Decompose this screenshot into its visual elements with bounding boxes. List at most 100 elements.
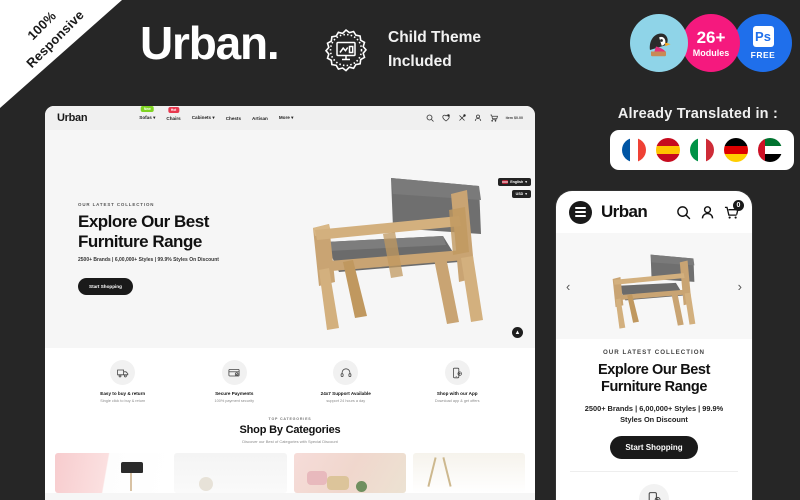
feature-item: Secure Payments 100% payment security [179, 360, 291, 403]
feature-subtitle: support 24 hours a day [326, 398, 366, 403]
user-icon[interactable] [474, 114, 482, 122]
modules-count: 26+ [696, 27, 726, 47]
hero-title-line-1: Explore Our Best [78, 212, 209, 231]
mobile-hero-subtitle-line-2: Styles On Discount [620, 414, 688, 424]
mobile-hero-title: Explore Our Best Furniture Range [570, 362, 738, 397]
feature-title: 24x7 Support Available [320, 391, 371, 396]
currency-label: USD [515, 192, 524, 196]
search-icon[interactable] [426, 114, 434, 122]
carousel-next-button[interactable]: › [738, 279, 742, 294]
nav-label-chairs: Chairs [166, 115, 181, 121]
category-card-lamp[interactable] [55, 452, 168, 493]
mobile-header: Urban 0 [556, 191, 752, 233]
language-selector[interactable]: English ▾ [498, 178, 531, 186]
feature-badges: 26+ Modules Ps FREE [630, 14, 792, 72]
wishlist-heart-icon[interactable] [441, 114, 450, 122]
nav-item-more[interactable]: More ▾ [279, 115, 294, 121]
feature-title: Secure Payments [215, 391, 254, 396]
feature-title: Shop with our App [436, 391, 478, 396]
cart-count-badge: 0 [733, 199, 744, 211]
headset-support-icon [333, 360, 359, 385]
mobile-hero-subtitle-line-1: 2500+ Brands | 6,00,000+ Styles | 99.9% [584, 403, 724, 413]
flag-germany [724, 138, 748, 162]
mobile-hero-title-line-2: Furniture Range [601, 379, 707, 396]
hero-title: Explore Our Best Furniture Range [78, 212, 209, 252]
cart-total-text[interactable]: item $0.00 [506, 116, 523, 120]
photoshop-badge: Ps FREE [734, 14, 792, 72]
delivery-truck-icon [110, 360, 136, 385]
nav-label-more: More [278, 115, 290, 120]
mobile-feature-block [570, 471, 738, 500]
cart-icon[interactable]: 0 [724, 199, 744, 220]
user-icon[interactable] [700, 205, 715, 220]
categories-eyebrow: TOP CATEGORIES [268, 416, 312, 421]
desktop-logo[interactable]: Urban [57, 112, 88, 124]
nav-item-sofas[interactable]: New Sofas ▾ [139, 106, 155, 121]
badge-seal-monitor-icon [318, 22, 374, 78]
child-theme-line-1: Child Theme [388, 28, 482, 46]
feature-subtitle: Single click to buy & return [100, 398, 146, 403]
mobile-hero-copy: OUR LATEST COLLECTION Explore Our Best F… [556, 339, 752, 500]
start-shopping-button[interactable]: Start Shopping [78, 278, 133, 295]
nav-item-cabinets[interactable]: Cabinets ▾ [192, 115, 215, 121]
desktop-hero: English ▾ USD ▾ OUR LATEST COLLECTION Ex… [45, 130, 535, 348]
category-card-cushions[interactable] [293, 452, 406, 493]
compare-icon[interactable] [458, 114, 466, 122]
mobile-logo[interactable]: Urban [601, 202, 648, 222]
feature-subtitle: Download app & get offers [434, 398, 480, 403]
modules-badge: 26+ Modules [682, 14, 740, 72]
flag-france [622, 138, 646, 162]
search-icon[interactable] [676, 205, 691, 220]
feature-title: Easy to buy & return [100, 391, 146, 396]
desktop-header: Urban New Sofas ▾ Hot Chairs Cabinets ▾ … [45, 106, 535, 130]
carousel-prev-button[interactable]: ‹ [566, 279, 570, 294]
mobile-app-icon [444, 360, 470, 385]
mobile-hero-title-line-1: Explore Our Best [597, 362, 711, 378]
mobile-hero-carousel: ‹ › [556, 233, 752, 339]
modules-label: Modules [692, 47, 730, 58]
hamburger-menu-icon[interactable] [569, 200, 592, 224]
page-title: Urban. [140, 17, 280, 69]
translated-label: Already Translated in : [617, 106, 778, 122]
child-theme-label: Child Theme Included [388, 26, 481, 74]
desktop-features: Easy to buy & return Single click to buy… [45, 348, 535, 413]
scroll-top-button[interactable]: ▲ [512, 327, 523, 338]
feature-subtitle: 100% payment security [214, 398, 254, 403]
child-theme-block: Child Theme Included [318, 22, 481, 78]
category-card-stand[interactable] [412, 452, 525, 493]
hero-product-image-armchair [283, 150, 513, 335]
nav-item-chairs[interactable]: Hot Chairs [166, 106, 181, 121]
desktop-categories: TOP CATEGORIES Shop By Categories Discov… [45, 412, 535, 493]
categories-title: Shop By Categories [239, 423, 341, 436]
photoshop-free-label: FREE [750, 50, 776, 60]
cart-icon[interactable] [490, 114, 498, 122]
responsive-ribbon: 100% Responsive [0, 0, 122, 108]
flag-usa-mini [502, 180, 509, 184]
nav-label-cabinets: Cabinets [191, 115, 212, 120]
flag-spain [656, 138, 680, 162]
photoshop-mark: Ps [752, 26, 774, 47]
nav-item-chests[interactable]: Chests [226, 116, 241, 121]
mobile-start-shopping-button[interactable]: Start Shopping [610, 436, 698, 460]
category-card-list [45, 444, 535, 493]
nav-label-chests: Chests [225, 115, 242, 121]
hero-subtitle: 2500+ Brands | 6,00,000+ Styles | 99.9% … [78, 257, 219, 263]
prestashop-badge [630, 14, 688, 72]
currency-selector[interactable]: USD ▾ [511, 190, 531, 198]
mobile-product-image-armchair [598, 241, 710, 331]
feature-item: Easy to buy & return Single click to buy… [67, 360, 179, 403]
language-label: English [510, 180, 524, 184]
desktop-mockup: Urban New Sofas ▾ Hot Chairs Cabinets ▾ … [45, 106, 535, 500]
flag-list [610, 130, 794, 170]
flag-uae [758, 138, 782, 162]
secure-card-icon [221, 360, 247, 385]
child-theme-line-2: Included [388, 53, 452, 70]
flag-italy [690, 138, 714, 162]
feature-item: Shop with our App Download app & get off… [402, 360, 514, 403]
nav-tag-new: New [141, 106, 154, 112]
nav-item-artisan[interactable]: Artisan [252, 116, 268, 121]
mobile-header-icons: 0 [676, 199, 744, 220]
category-card-decor[interactable] [174, 452, 287, 493]
mobile-hero-subtitle: 2500+ Brands | 6,00,000+ Styles | 99.9% … [570, 404, 738, 425]
desktop-nav: New Sofas ▾ Hot Chairs Cabinets ▾ Chests… [139, 106, 294, 121]
